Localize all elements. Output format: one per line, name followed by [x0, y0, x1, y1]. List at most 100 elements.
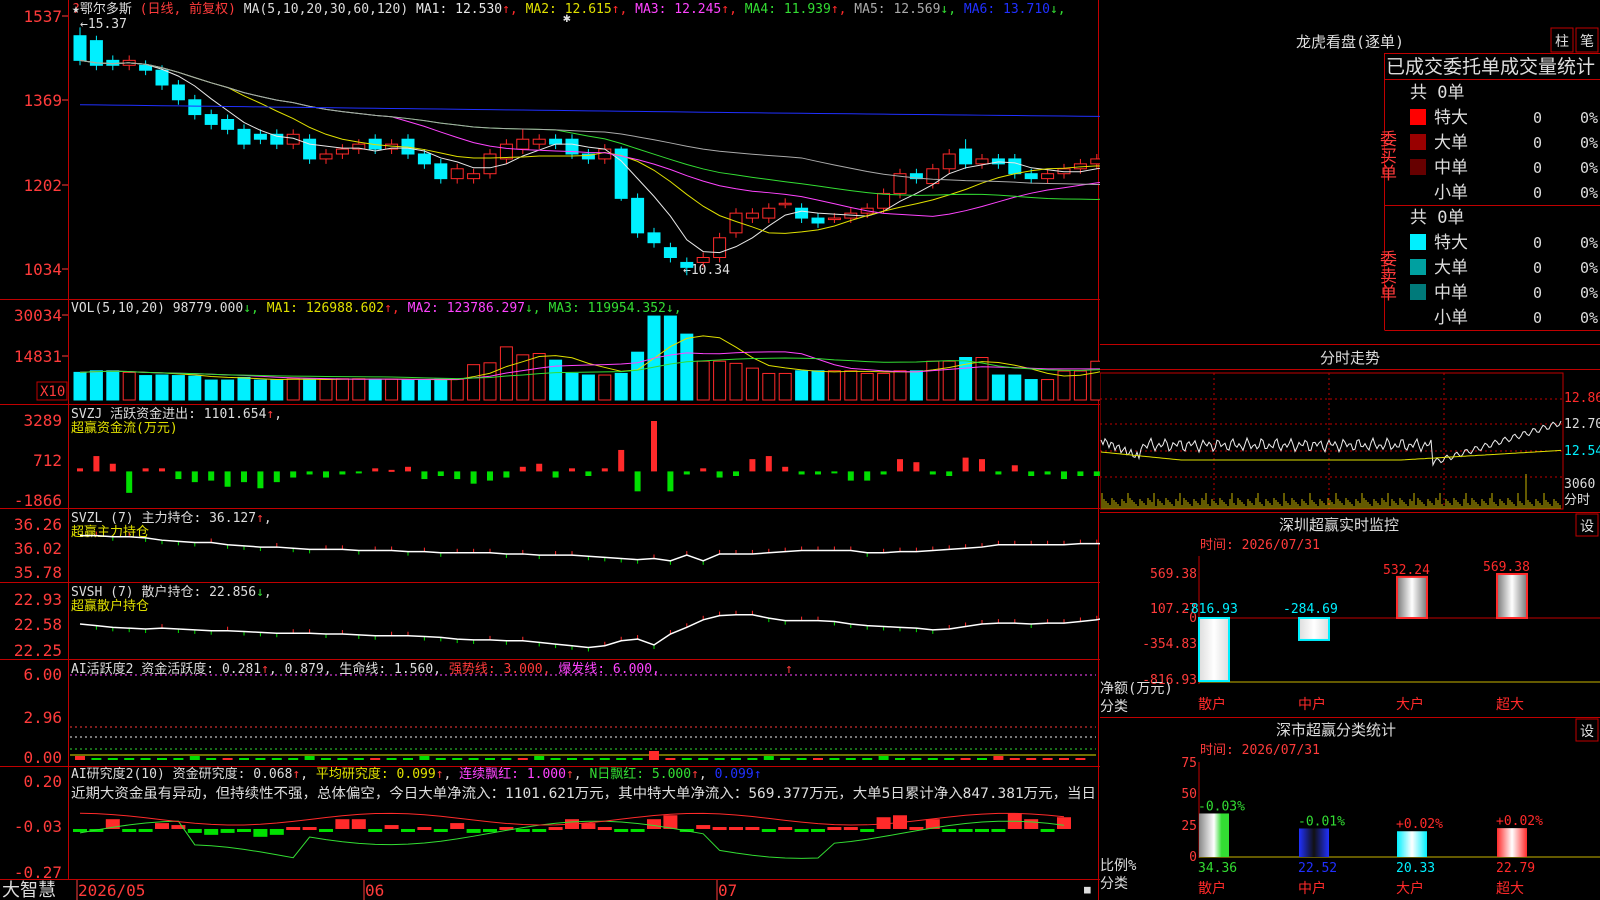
flow-bar[interactable]	[437, 471, 444, 477]
candle[interactable]	[696, 257, 710, 263]
flow-bar[interactable]	[503, 471, 510, 478]
volume-bar[interactable]	[696, 360, 710, 401]
flow-bar[interactable]	[487, 471, 493, 481]
candle[interactable]	[680, 261, 694, 268]
retail-holding-chart[interactable]	[79, 600, 1100, 652]
volume-bar[interactable]	[303, 378, 317, 401]
volume-bar[interactable]	[270, 379, 284, 401]
research-bar[interactable]	[843, 827, 858, 831]
volume-bar[interactable]	[155, 374, 169, 401]
kline-chart[interactable]	[73, 27, 1100, 276]
research-bar[interactable]	[138, 828, 153, 832]
stat2-bar[interactable]	[1199, 813, 1229, 857]
flow-bar[interactable]	[979, 459, 985, 472]
research-bar[interactable]	[220, 828, 235, 833]
flow-bar[interactable]	[273, 471, 280, 483]
flow-bar[interactable]	[1011, 465, 1018, 472]
flow-bar[interactable]	[290, 471, 297, 478]
candle[interactable]	[713, 237, 727, 259]
volume-bar[interactable]	[844, 370, 858, 401]
stat2-bar[interactable]	[1299, 828, 1329, 857]
flow-bar[interactable]	[651, 421, 657, 472]
volume-bar[interactable]	[204, 379, 218, 401]
flow-bar[interactable]	[831, 471, 838, 474]
research-bar[interactable]	[958, 828, 973, 832]
candle[interactable]	[237, 128, 251, 145]
candle[interactable]	[467, 173, 481, 180]
volume-bar[interactable]	[1024, 379, 1038, 401]
flow-bar[interactable]	[667, 471, 674, 492]
candle[interactable]	[827, 217, 841, 221]
research-bar[interactable]	[581, 823, 596, 829]
flow-bar[interactable]	[618, 449, 625, 472]
research-bar[interactable]	[1057, 817, 1071, 829]
flow-bar[interactable]	[126, 471, 133, 493]
candle[interactable]	[532, 138, 546, 145]
flow-bar[interactable]	[733, 471, 739, 477]
volume-bar[interactable]	[335, 378, 349, 401]
column-mode-button[interactable]: 柱	[1555, 34, 1569, 50]
volume-bar[interactable]	[565, 372, 579, 401]
flow-bar[interactable]	[700, 468, 707, 472]
candle[interactable]	[89, 40, 103, 66]
volume-bar[interactable]	[778, 372, 792, 401]
research-bar[interactable]	[187, 828, 202, 833]
stat2-bar[interactable]	[1497, 828, 1527, 857]
volume-bar[interactable]	[581, 374, 595, 401]
stat2-setting-button[interactable]: 设	[1580, 724, 1594, 740]
flow-bar[interactable]	[929, 471, 936, 475]
flow-bar[interactable]	[421, 471, 428, 480]
volume-bar[interactable]	[483, 362, 497, 401]
research-bar[interactable]	[483, 828, 497, 832]
volume-bar[interactable]	[745, 367, 759, 401]
flow-bar[interactable]	[1077, 471, 1084, 477]
research-bar[interactable]	[696, 825, 711, 829]
research-bar[interactable]	[368, 828, 383, 832]
research-bar[interactable]	[614, 828, 629, 832]
flow-bar[interactable]	[601, 468, 608, 472]
flow-bar[interactable]	[306, 471, 313, 475]
candle[interactable]	[975, 158, 989, 165]
flow-bar[interactable]	[323, 471, 329, 478]
flow-bar[interactable]	[208, 471, 215, 481]
research-bar[interactable]	[450, 823, 465, 829]
candle[interactable]	[221, 119, 235, 130]
candle[interactable]	[204, 114, 218, 125]
flow-bar[interactable]	[93, 456, 100, 472]
flow-bar[interactable]	[241, 471, 247, 483]
volume-bar[interactable]	[450, 378, 464, 401]
volume-bar[interactable]	[1041, 379, 1055, 401]
candle[interactable]	[483, 153, 497, 175]
candle[interactable]	[171, 84, 185, 101]
flow-bar[interactable]	[388, 469, 395, 472]
monitor-setting-button[interactable]: 设	[1580, 519, 1594, 535]
candle[interactable]	[778, 202, 792, 206]
flow-bar[interactable]	[847, 471, 854, 481]
volume-bar[interactable]	[991, 374, 1005, 401]
volume-bar[interactable]	[631, 351, 645, 401]
flow-bar[interactable]	[995, 471, 1002, 475]
stat2-bar[interactable]	[1397, 831, 1427, 857]
candle[interactable]	[434, 163, 448, 180]
flow-bar[interactable]	[946, 471, 953, 477]
stroke-mode-button[interactable]: 笔	[1580, 34, 1594, 50]
volume-bar[interactable]	[352, 378, 366, 401]
volume-bar[interactable]	[237, 376, 251, 401]
volume-chart[interactable]	[73, 315, 1100, 401]
flow-bar[interactable]	[716, 471, 723, 478]
candle[interactable]	[516, 138, 530, 150]
research-bar[interactable]	[745, 827, 760, 831]
research-bar[interactable]	[991, 828, 1006, 832]
candle[interactable]	[450, 168, 464, 180]
main-holding-chart[interactable]	[80, 531, 1100, 565]
research-bar[interactable]	[302, 827, 317, 831]
volume-bar[interactable]	[811, 370, 825, 401]
candle[interactable]	[1090, 158, 1100, 165]
candle[interactable]	[795, 207, 809, 219]
candle[interactable]	[877, 192, 891, 209]
flow-bar[interactable]	[585, 471, 592, 477]
research-bar[interactable]	[942, 828, 957, 832]
candle[interactable]	[319, 153, 333, 160]
research-bar[interactable]	[122, 828, 137, 832]
candle[interactable]	[188, 99, 202, 116]
